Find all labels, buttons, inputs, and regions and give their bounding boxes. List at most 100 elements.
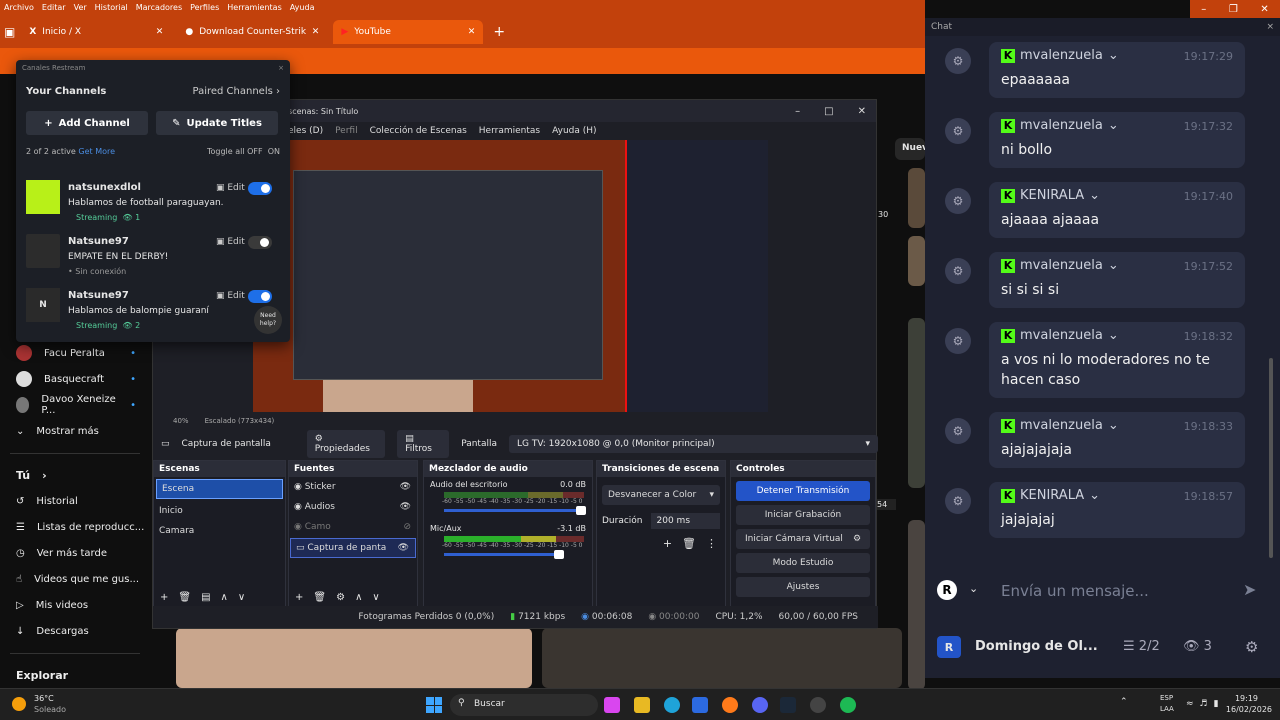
need-help-button[interactable]: Need help? <box>254 306 282 334</box>
paired-channels-link[interactable]: Paired Channels › <box>192 86 280 97</box>
scene-item[interactable]: Camara <box>154 521 285 541</box>
volume-slider[interactable] <box>444 506 586 515</box>
tab-counter-strike[interactable]: ● Download Counter-Strike 1.6 C... ✕ <box>177 20 327 44</box>
message-user[interactable]: Kmvalenzuela ⌄ <box>1001 48 1119 63</box>
restream-logo-icon[interactable]: R <box>937 580 957 600</box>
maximize-icon[interactable]: □ <box>824 106 833 117</box>
message-user[interactable]: Kmvalenzuela ⌄ <box>1001 328 1119 343</box>
weather-desc[interactable]: Soleado <box>34 705 66 714</box>
message-user[interactable]: K KENIRALA ⌄ <box>1001 488 1100 503</box>
settings-button[interactable]: Ajustes <box>736 577 870 597</box>
close-icon[interactable]: ✕ <box>858 106 866 117</box>
channel-toggle[interactable] <box>248 236 272 249</box>
edge-icon[interactable] <box>664 697 680 713</box>
obs-icon[interactable] <box>810 697 826 713</box>
spotify-icon[interactable] <box>840 697 856 713</box>
chat-message[interactable]: K KENIRALA ⌄ 19:17:40 ajaaaa ajaaaa <box>989 182 1245 238</box>
clock-time[interactable]: 19:19 <box>1222 694 1258 703</box>
filters-button[interactable]: ▤ Filtros <box>397 430 450 458</box>
sub-davoo[interactable]: Davoo Xeneize P... • <box>0 392 150 418</box>
edit-button[interactable]: ▣ Edit <box>216 183 245 193</box>
trash-icon[interactable]: 🗑 <box>178 592 191 603</box>
scrollbar[interactable] <box>1269 358 1273 558</box>
volume-slider[interactable] <box>444 550 564 559</box>
menu-herramientas[interactable]: Herramientas <box>227 3 282 13</box>
tab-list-icon[interactable]: ▣ <box>4 25 15 39</box>
update-titles-button[interactable]: ✎ Update Titles <box>156 111 278 135</box>
menu-herramientas[interactable]: Herramientas <box>479 126 540 136</box>
source-item[interactable]: ◉ Camo ⊘ <box>289 517 417 537</box>
start-recording-button[interactable]: Iniciar Grabación <box>736 505 870 525</box>
new-tab-icon[interactable]: + <box>493 24 505 40</box>
more-icon[interactable]: ⋮ <box>706 537 717 550</box>
sidebar-item-my-videos[interactable]: ▷ Mis videos <box>0 592 150 618</box>
virtual-camera-button[interactable]: Iniciar Cámara Virtual ⚙ <box>736 529 870 549</box>
windows-start-icon[interactable] <box>426 697 442 713</box>
get-more-link[interactable]: Get More <box>78 147 115 156</box>
send-icon[interactable]: ➤ <box>1243 580 1256 599</box>
menu-archivo[interactable]: Archivo <box>4 3 34 13</box>
show-more[interactable]: ⌄ Mostrar más <box>0 418 150 444</box>
edit-button[interactable]: ▣ Edit <box>216 291 245 301</box>
menu-perfil[interactable]: Perfil <box>335 126 358 136</box>
menu-ayuda[interactable]: Ayuda (H) <box>552 126 596 136</box>
menu-editar[interactable]: Editar <box>42 3 66 13</box>
display-select[interactable]: LG TV: 1920x1080 @ 0,0 (Monitor principa… <box>509 435 878 453</box>
scale-mode[interactable]: Escalado (773x434) <box>205 417 275 425</box>
system-tray[interactable]: ≈ ♬ ▮ <box>1186 699 1219 709</box>
firefox-icon[interactable] <box>722 697 738 713</box>
eye-icon[interactable]: 👁 <box>400 502 417 512</box>
menu-marcadores[interactable]: Marcadores <box>136 3 182 13</box>
properties-button[interactable]: ⚙ Propiedades <box>306 430 386 458</box>
source-item[interactable]: ◉ Sticker 👁 <box>289 477 417 497</box>
close-tab-icon[interactable]: ✕ <box>468 27 476 37</box>
steam-icon[interactable] <box>780 697 796 713</box>
chat-message[interactable]: Kmvalenzuela ⌄ 19:18:33 ajajajajaja <box>989 412 1245 468</box>
eye-icon[interactable]: 👁 <box>400 482 417 492</box>
sub-basquecraft[interactable]: Basquecraft • <box>0 366 150 392</box>
sidebar-item-liked[interactable]: ☝ Videos que me gus... <box>0 566 150 592</box>
down-icon[interactable]: ∨ <box>372 592 379 603</box>
gear-icon[interactable]: ⚙ <box>853 534 861 544</box>
menu-ver[interactable]: Ver <box>74 3 87 13</box>
trash-icon[interactable]: 🗑 <box>682 537 696 550</box>
chip-nueva[interactable]: Nueva <box>895 138 934 160</box>
you-section[interactable]: Tú › <box>0 462 150 488</box>
search-box[interactable]: Buscar <box>450 694 598 716</box>
channel-toggle[interactable] <box>248 290 272 303</box>
chat-message[interactable]: Kmvalenzuela ⌄ 19:18:32 a vos ni lo moderad… <box>989 322 1245 398</box>
video-thumbnail[interactable] <box>542 628 902 688</box>
weather-temp[interactable]: 36°C <box>34 694 54 703</box>
menu-ayuda[interactable]: Ayuda <box>290 3 315 13</box>
message-input[interactable]: Envía un mensaje... <box>1001 582 1149 600</box>
language-code[interactable]: ESP <box>1160 694 1173 702</box>
discord-icon[interactable] <box>752 697 768 713</box>
mail-icon[interactable] <box>692 697 708 713</box>
clock-date[interactable]: 16/02/2026 <box>1222 705 1272 714</box>
video-thumbnail[interactable] <box>176 628 532 688</box>
transition-select[interactable]: Desvanecer a Color ▾ <box>602 485 720 505</box>
video-thumbnail[interactable] <box>908 520 925 690</box>
chevron-up-icon[interactable]: ⌃ <box>1120 697 1128 707</box>
trash-icon[interactable]: 🗑 <box>313 592 326 603</box>
sidebar-item-downloads[interactable]: ↓ Descargas <box>0 618 150 644</box>
copilot-icon[interactable] <box>604 697 620 713</box>
eye-hidden-icon[interactable]: ⊘ <box>403 522 417 532</box>
language-layout[interactable]: LAA <box>1160 705 1174 713</box>
minimize-icon[interactable]: – <box>795 106 800 117</box>
message-user[interactable]: K KENIRALA ⌄ <box>1001 188 1100 203</box>
minimize-icon[interactable]: – <box>1201 4 1206 15</box>
close-icon[interactable]: ✕ <box>1260 4 1268 15</box>
menu-coleccion[interactable]: Colección de Escenas <box>370 126 467 136</box>
file-explorer-icon[interactable] <box>634 697 650 713</box>
up-icon[interactable]: ∧ <box>221 592 228 603</box>
close-icon[interactable]: × <box>278 64 284 72</box>
message-user[interactable]: Kmvalenzuela ⌄ <box>1001 118 1119 133</box>
obs-preview[interactable] <box>253 140 768 412</box>
filter-icon[interactable]: ▤ <box>201 592 210 603</box>
edit-button[interactable]: ▣ Edit <box>216 237 245 247</box>
source-item[interactable]: ▭ Captura de panta 👁 <box>290 538 416 558</box>
duration-input[interactable]: 200 ms <box>650 513 720 529</box>
sidebar-item-watch-later[interactable]: ◷ Ver más tarde <box>0 540 150 566</box>
add-channel-button[interactable]: + Add Channel <box>26 111 148 135</box>
